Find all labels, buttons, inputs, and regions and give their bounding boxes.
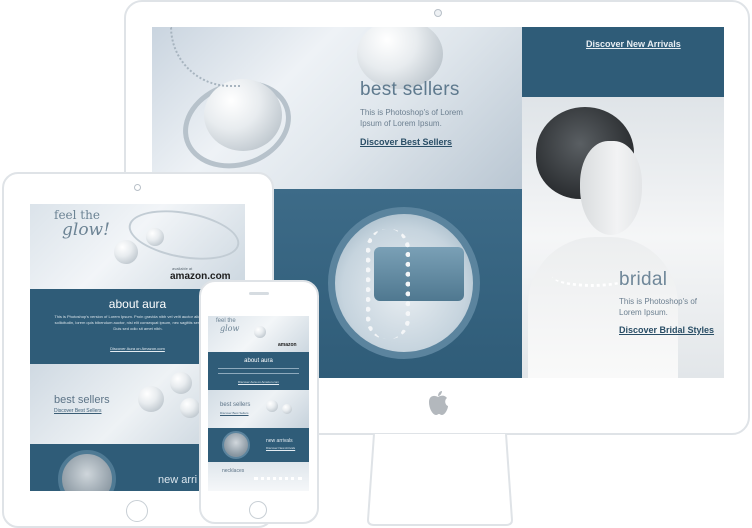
discover-new-arrivals-link[interactable]: Discover New Arrivals bbox=[266, 446, 295, 450]
discover-new-arrivals-link[interactable]: Discover New Arrivals bbox=[586, 39, 681, 49]
home-button[interactable] bbox=[249, 501, 267, 519]
best-sellers-tile: best sellers This is Photoshop's of Lore… bbox=[152, 27, 522, 189]
discover-aura-link[interactable]: Discover Aura on Amazon.com bbox=[208, 380, 309, 384]
amazon-logo[interactable]: amazon bbox=[278, 342, 297, 348]
phone-necklaces-section: necklaces bbox=[208, 462, 309, 491]
pearl-icon bbox=[180, 398, 200, 418]
pearl-icon bbox=[146, 228, 164, 246]
best-sellers-heading: best sellers bbox=[54, 394, 110, 406]
new-arrivals-heading: new arri bbox=[158, 474, 198, 486]
pearl-icon bbox=[282, 404, 292, 414]
new-arrivals-heading: new arrivals bbox=[266, 438, 293, 444]
bridal-tile: bridal This is Photoshop's of Lorem Ipsu… bbox=[522, 97, 724, 378]
about-body-lines bbox=[218, 368, 299, 374]
camera-icon bbox=[434, 9, 442, 17]
phone-best-sellers-section: best sellers Discover Best Sellers bbox=[208, 390, 309, 428]
best-sellers-heading: best sellers bbox=[220, 402, 251, 408]
pearl-icon bbox=[254, 326, 266, 338]
phone-new-arrivals-section: new arrivals Discover New Arrivals bbox=[208, 428, 309, 462]
bridal-heading: bridal bbox=[619, 269, 668, 290]
discover-best-sellers-link[interactable]: Discover Best Sellers bbox=[220, 411, 249, 415]
speaker-icon bbox=[249, 292, 269, 295]
phone-screen: feel the glow amazon about aura Discover… bbox=[208, 316, 309, 491]
bridal-body: This is Photoshop's of Lorem Ipsum. bbox=[619, 297, 698, 317]
apple-logo-icon bbox=[427, 390, 449, 416]
hero-script-line2: glow! bbox=[62, 220, 110, 240]
new-arrivals-circle-image bbox=[58, 450, 116, 491]
home-button[interactable] bbox=[126, 500, 148, 522]
camera-icon bbox=[134, 184, 141, 191]
discover-bridal-styles-link[interactable]: Discover Bridal Styles bbox=[619, 325, 714, 335]
hero-script-line2: glow bbox=[220, 324, 240, 333]
about-heading: about aura bbox=[244, 358, 273, 364]
pearl-icon bbox=[204, 79, 282, 151]
bracelet-icon bbox=[124, 204, 244, 268]
best-sellers-body: This is Photoshop's of Lorem Ipsum of Lo… bbox=[360, 108, 463, 128]
best-sellers-heading: best sellers bbox=[360, 79, 460, 100]
discover-best-sellers-link[interactable]: Discover Best Sellers bbox=[360, 137, 452, 147]
tablet-hero: feel the glow! available at amazon.com bbox=[30, 204, 245, 289]
chain-icon bbox=[170, 27, 240, 87]
pearl-icon bbox=[114, 240, 138, 264]
pearl-icon bbox=[138, 386, 164, 412]
pearl-icon bbox=[170, 372, 192, 394]
pearl-strand-icon bbox=[366, 229, 410, 339]
pearl-strand-icon bbox=[254, 472, 302, 480]
necklaces-heading: necklaces bbox=[222, 468, 245, 474]
new-arrivals-tile: Discover New Arrivals bbox=[522, 27, 724, 97]
phone-about-section: about aura Discover Aura on Amazon.com bbox=[208, 352, 309, 390]
phone-hero: feel the glow amazon bbox=[208, 316, 309, 352]
discover-best-sellers-link[interactable]: Discover Best Sellers bbox=[54, 408, 102, 414]
new-arrivals-circle-image bbox=[222, 431, 250, 459]
monitor-stand bbox=[366, 434, 514, 526]
pearl-icon bbox=[266, 400, 278, 412]
bride-face-shape bbox=[580, 141, 642, 235]
